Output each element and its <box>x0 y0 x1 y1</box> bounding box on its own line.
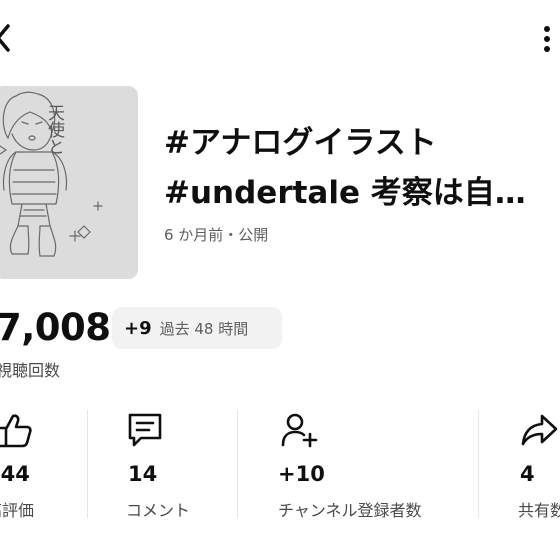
stat-subscribers-value: +10 <box>278 462 325 486</box>
share-icon <box>521 414 558 446</box>
stat-divider <box>87 410 88 518</box>
video-meta: 6 か月前・公開 <box>164 226 269 244</box>
stat-shares-value: 4 <box>520 462 535 486</box>
stat-likes-value: 144 <box>0 462 30 486</box>
video-title-line-2: #undertale 考察は自… <box>164 175 526 211</box>
views-label: 視聴回数 <box>0 361 61 380</box>
video-title: #アナログイラスト #undertale 考察は自… <box>164 118 554 218</box>
stat-divider <box>237 410 238 518</box>
stat-comments-value: 14 <box>128 462 158 486</box>
views-delta-period: 過去 48 時間 <box>159 319 249 338</box>
thumbnail-handwriting: 天使と <box>44 104 65 155</box>
stat-shares-label: 共有数 <box>518 501 560 520</box>
views-delta-chip: +9 過去 48 時間 <box>112 307 282 349</box>
comment-icon <box>128 413 162 447</box>
views-delta-value: +9 <box>124 317 152 339</box>
video-title-line-1: #アナログイラスト <box>164 125 437 161</box>
thumbnail-sketch: 天使と <box>0 86 138 279</box>
stat-comments-label: コメント <box>126 501 191 520</box>
video-thumbnail[interactable]: 天使と <box>0 86 138 279</box>
stat-divider <box>478 410 479 518</box>
stat-subscribers-label: チャンネル登録者数 <box>278 501 422 520</box>
views-count: 7,008 <box>0 306 111 349</box>
thumb-up-icon <box>0 414 32 448</box>
back-icon[interactable] <box>0 22 14 54</box>
person-add-icon <box>281 413 318 448</box>
stat-likes-label: 高評価 <box>0 501 35 520</box>
more-vert-icon[interactable] <box>540 24 554 54</box>
